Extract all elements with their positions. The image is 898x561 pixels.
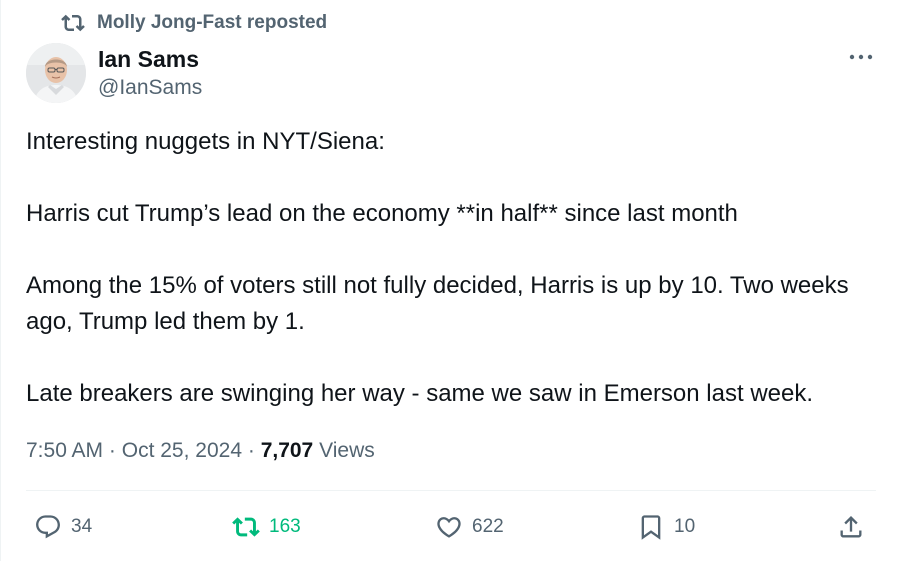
tweet-paragraph: Harris cut Trump’s lead on the economy *…: [26, 200, 738, 227]
more-options-button[interactable]: [847, 45, 875, 69]
tweet-paragraph: Among the 15% of voters still not fully …: [26, 272, 849, 335]
repost-label: Molly Jong-Fast reposted: [97, 12, 328, 33]
meta-separator: ·: [247, 439, 255, 462]
repost-count: 163: [269, 516, 301, 537]
meta-separator: ·: [108, 439, 116, 462]
tweet-time[interactable]: 7:50 AM: [26, 439, 103, 462]
repost-icon: [61, 14, 85, 32]
share-button[interactable]: [837, 505, 865, 549]
reply-icon: [36, 515, 60, 539]
tweet[interactable]: Molly Jong-Fast reposted Ian Sams @IanSa…: [0, 0, 898, 561]
bookmark-icon: [641, 515, 661, 540]
share-icon: [840, 516, 862, 538]
views-label: Views: [319, 439, 375, 462]
author-handle[interactable]: @IanSams: [98, 73, 202, 103]
repost-icon: [232, 517, 260, 537]
more-icon: [849, 54, 873, 60]
reply-count: 34: [71, 516, 93, 537]
action-bar: 34 163 622 10: [1, 505, 898, 549]
author-info[interactable]: Ian Sams @IanSams: [98, 45, 202, 103]
like-button[interactable]: 622: [435, 505, 504, 549]
tweet-date[interactable]: Oct 25, 2024: [122, 439, 242, 462]
repost-context[interactable]: Molly Jong-Fast reposted: [61, 11, 327, 35]
repost-button[interactable]: 163: [232, 505, 301, 549]
views-count: 7,707: [260, 439, 314, 462]
bookmark-count: 10: [674, 516, 696, 537]
avatar-photo: [26, 43, 86, 103]
author-name[interactable]: Ian Sams: [98, 45, 202, 73]
like-count: 622: [472, 516, 504, 537]
divider: [26, 490, 876, 491]
bookmark-button[interactable]: 10: [637, 505, 695, 549]
tweet-meta: 7:50 AM · Oct 25, 2024 · 7,707 Views: [26, 436, 375, 466]
tweet-text: Interesting nuggets in NYT/Siena: Harris…: [26, 124, 886, 412]
tweet-paragraph: Late breakers are swinging her way - sam…: [26, 380, 814, 407]
tweet-paragraph: Interesting nuggets in NYT/Siena:: [26, 128, 385, 155]
avatar[interactable]: [26, 43, 86, 103]
heart-icon: [437, 517, 461, 538]
reply-button[interactable]: 34: [34, 505, 92, 549]
